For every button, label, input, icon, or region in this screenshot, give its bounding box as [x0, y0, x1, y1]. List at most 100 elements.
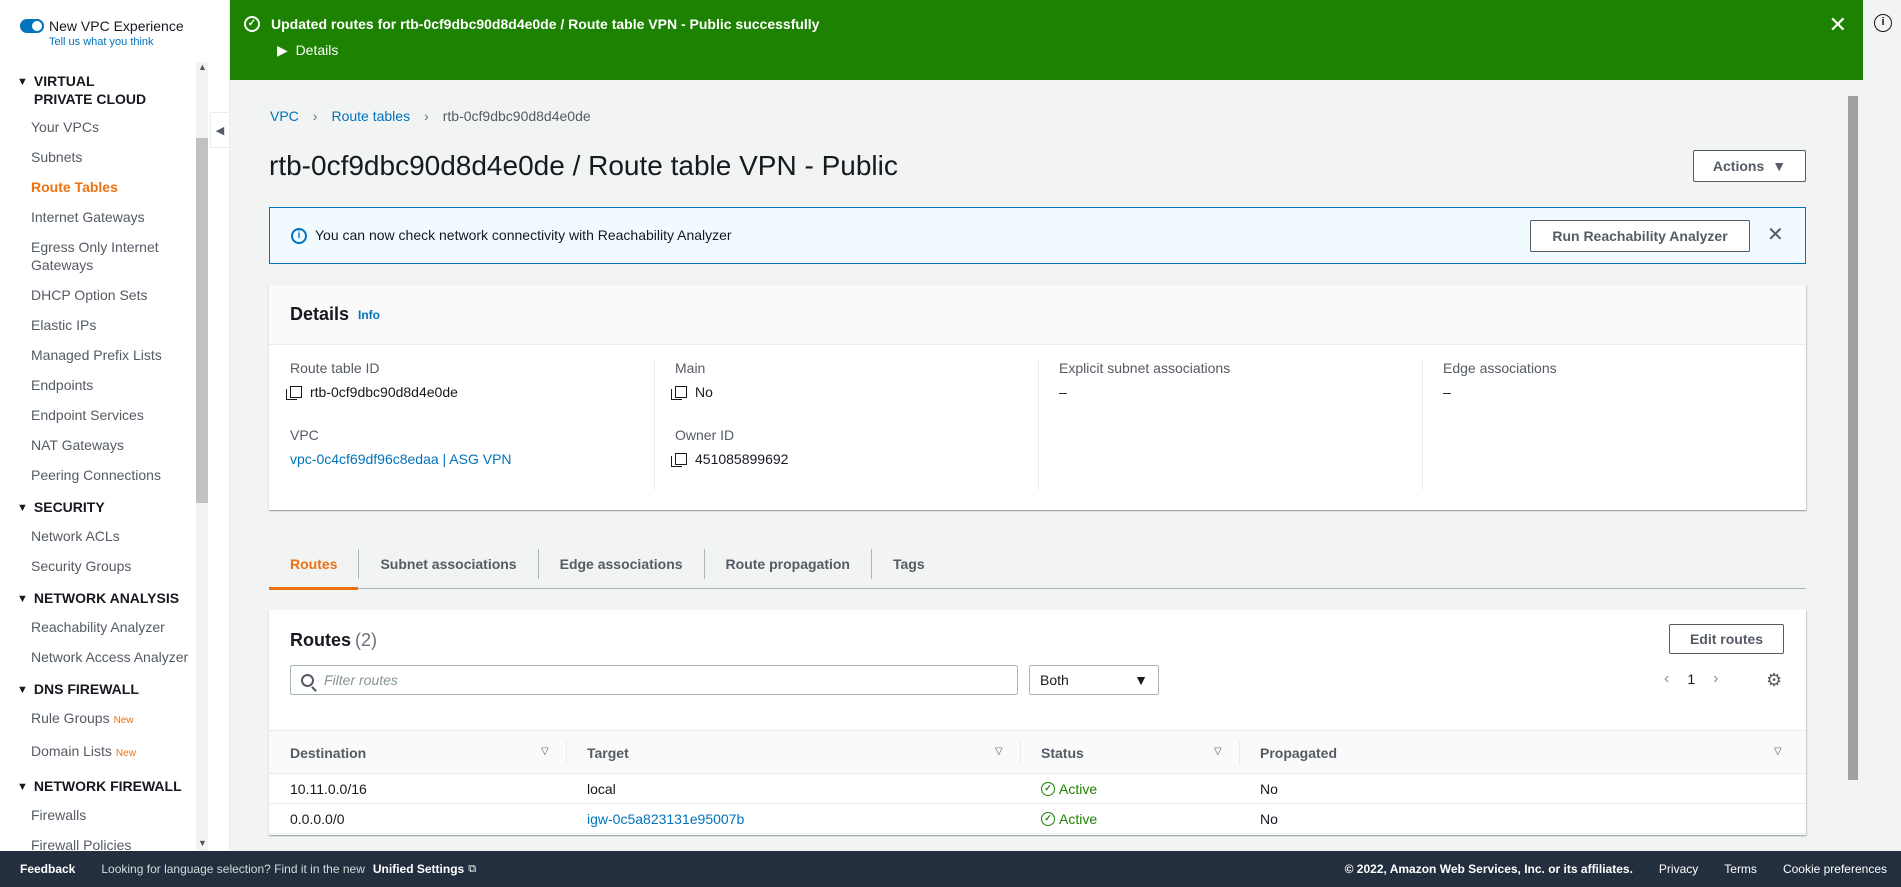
row-status: ✓ Active — [1041, 781, 1097, 797]
flash-details-toggle[interactable]: ▶ Details — [277, 42, 338, 59]
route-table-id-value: rtb-0cf9dbc90d8d4e0de — [286, 384, 650, 400]
tabs: Routes Subnet associations Edge associatio… — [269, 540, 1806, 590]
tab-route-propagation[interactable]: Route propagation — [705, 540, 871, 589]
breadcrumb-route-tables[interactable]: Route tables — [331, 108, 410, 124]
row-propagated: No — [1260, 811, 1278, 827]
edge-associations-value: – — [1443, 384, 1451, 400]
caret-down-icon: ▼ — [17, 684, 28, 696]
details-col-2: Main No Owner ID 451085899692 — [671, 360, 1035, 490]
sidebar-section[interactable]: ▼ VIRTUAL PRIVATE CLOUD — [0, 62, 210, 108]
sidebar-item-label: Managed Prefix Lists — [31, 347, 162, 363]
col-status[interactable]: Status — [1020, 731, 1084, 775]
sidebar-section-title: NETWORK FIREWALL — [33, 778, 182, 794]
sidebar-item[interactable]: Peering Connections — [0, 466, 210, 484]
sidebar-item[interactable]: Network ACLs — [0, 527, 210, 545]
main-scroll-thumb[interactable] — [1848, 96, 1858, 780]
sidebar-item[interactable]: Route Tables — [0, 178, 210, 196]
experience-toggle[interactable] — [20, 19, 44, 33]
sidebar-item[interactable]: Domain Lists New — [0, 742, 210, 763]
sidebar-item[interactable]: Subnets — [0, 148, 210, 166]
success-flash: ✓ Updated routes for rtb-0cf9dbc90d8d4e0… — [230, 0, 1863, 80]
unified-settings-link[interactable]: Unified Settings — [373, 862, 464, 876]
route-table-id-label: Route table ID — [290, 360, 380, 376]
sidebar-item-label: Security Groups — [31, 558, 132, 574]
sort-icon[interactable]: ▽ — [1774, 746, 1782, 757]
sidebar-nav: ▼ VIRTUAL PRIVATE CLOUD Your VPCs Subnets Ro… — [0, 62, 210, 851]
pagination: ‹ 1 › — [1664, 670, 1718, 688]
sidebar-item-label: Peering Connections — [31, 467, 161, 483]
sidebar-scroll-thumb[interactable] — [196, 138, 208, 503]
sidebar-item[interactable]: Security Groups — [0, 557, 210, 575]
collapse-sidebar-button[interactable]: ◀ — [210, 112, 230, 148]
sidebar-item[interactable]: Network Access Analyzer — [0, 648, 210, 666]
sort-icon[interactable]: ▽ — [1214, 746, 1222, 757]
sidebar-item[interactable]: Rule Groups New — [0, 709, 210, 730]
col-propagated[interactable]: Propagated — [1239, 731, 1337, 775]
table-row: 0.0.0.0/0 igw-0c5a823131e95007b ✓ Active … — [269, 804, 1806, 834]
terms-link[interactable]: Terms — [1724, 862, 1757, 876]
route-type-select[interactable]: Both ▼ — [1029, 665, 1159, 695]
vpc-link[interactable]: vpc-0c4cf69df96c8edaa | ASG VPN — [290, 451, 512, 467]
info-link[interactable]: Info — [358, 308, 380, 322]
table-row: 10.11.0.0/16 local ✓ Active No — [269, 774, 1806, 804]
info-icon[interactable]: i — [1874, 14, 1892, 32]
details-header: Details Info — [269, 285, 1806, 345]
next-page-icon[interactable]: › — [1713, 670, 1718, 688]
feedback-link[interactable]: Feedback — [20, 862, 75, 876]
routes-panel: Routes (2) Edit routes Filter routes Both… — [269, 610, 1806, 835]
scroll-up-icon[interactable]: ▲ — [198, 62, 207, 72]
sidebar-item[interactable]: Firewall Policies — [0, 836, 210, 851]
sidebar-item[interactable]: Internet Gateways — [0, 208, 210, 226]
sort-icon[interactable]: ▽ — [541, 746, 549, 757]
col-destination[interactable]: Destination — [269, 731, 366, 775]
sidebar-item[interactable]: DHCP Option Sets — [0, 286, 210, 304]
sidebar-item-label: Route Tables — [31, 179, 118, 195]
copy-icon[interactable] — [286, 386, 302, 400]
sidebar-item[interactable]: Elastic IPs — [0, 316, 210, 334]
run-reachability-analyzer-button[interactable]: Run Reachability Analyzer — [1530, 220, 1750, 252]
sidebar-item[interactable]: Endpoints — [0, 376, 210, 394]
sidebar-section-title: SECURITY — [33, 499, 105, 515]
sidebar-section[interactable]: ▼ DNS FIREWALL — [0, 666, 210, 699]
sidebar-section[interactable]: ▼ NETWORK FIREWALL — [0, 763, 210, 796]
copy-icon[interactable] — [671, 453, 687, 467]
tab-edge-associations[interactable]: Edge associations — [539, 540, 704, 589]
edit-routes-button[interactable]: Edit routes — [1669, 624, 1784, 654]
close-icon[interactable]: ✕ — [1829, 12, 1847, 38]
close-icon[interactable]: ✕ — [1767, 222, 1784, 247]
tab-tags[interactable]: Tags — [872, 540, 946, 589]
privacy-link[interactable]: Privacy — [1659, 862, 1698, 876]
row-destination: 10.11.0.0/16 — [290, 781, 367, 797]
sidebar-item[interactable]: Managed Prefix Lists — [0, 346, 210, 364]
sidebar-item[interactable]: Reachability Analyzer — [0, 618, 210, 636]
sidebar-item[interactable]: Your VPCs — [0, 118, 210, 136]
tab-routes[interactable]: Routes — [269, 540, 359, 590]
sidebar-item-label: Network Access Analyzer — [31, 649, 189, 665]
copyright: © 2022, Amazon Web Services, Inc. or its… — [1344, 862, 1633, 876]
tab-subnet-associations[interactable]: Subnet associations — [359, 540, 537, 589]
sidebar-item-label: Subnets — [31, 149, 83, 165]
actions-button[interactable]: Actions ▼ — [1693, 150, 1806, 182]
feedback-link[interactable]: Tell us what you think — [49, 36, 154, 48]
page-number[interactable]: 1 — [1687, 671, 1695, 687]
prev-page-icon[interactable]: ‹ — [1664, 670, 1669, 688]
scroll-down-icon[interactable]: ▼ — [198, 838, 207, 848]
gear-icon[interactable]: ⚙ — [1766, 670, 1782, 691]
copy-icon[interactable] — [671, 386, 687, 400]
filter-routes-input[interactable]: Filter routes — [290, 665, 1018, 695]
sidebar-item[interactable]: Firewalls — [0, 806, 210, 824]
sidebar-section-title: NETWORK ANALYSIS — [33, 590, 180, 606]
row-target-link[interactable]: igw-0c5a823131e95007b — [587, 811, 744, 827]
sidebar-section[interactable]: ▼ NETWORK ANALYSIS — [0, 575, 210, 608]
sidebar-item[interactable]: Endpoint Services — [0, 406, 210, 424]
success-check-icon: ✓ — [244, 16, 260, 32]
sort-icon[interactable]: ▽ — [995, 746, 1003, 757]
sidebar-item[interactable]: NAT Gateways — [0, 436, 210, 454]
sidebar-section[interactable]: ▼ SECURITY — [0, 484, 210, 517]
caret-down-icon: ▼ — [17, 781, 28, 793]
col-target[interactable]: Target — [566, 731, 629, 775]
breadcrumb-vpc[interactable]: VPC — [270, 108, 299, 124]
cookie-preferences-link[interactable]: Cookie preferences — [1783, 862, 1887, 876]
sidebar-item[interactable]: Egress Only Internet Gateways — [0, 238, 160, 274]
chevron-right-icon: › — [424, 108, 429, 124]
